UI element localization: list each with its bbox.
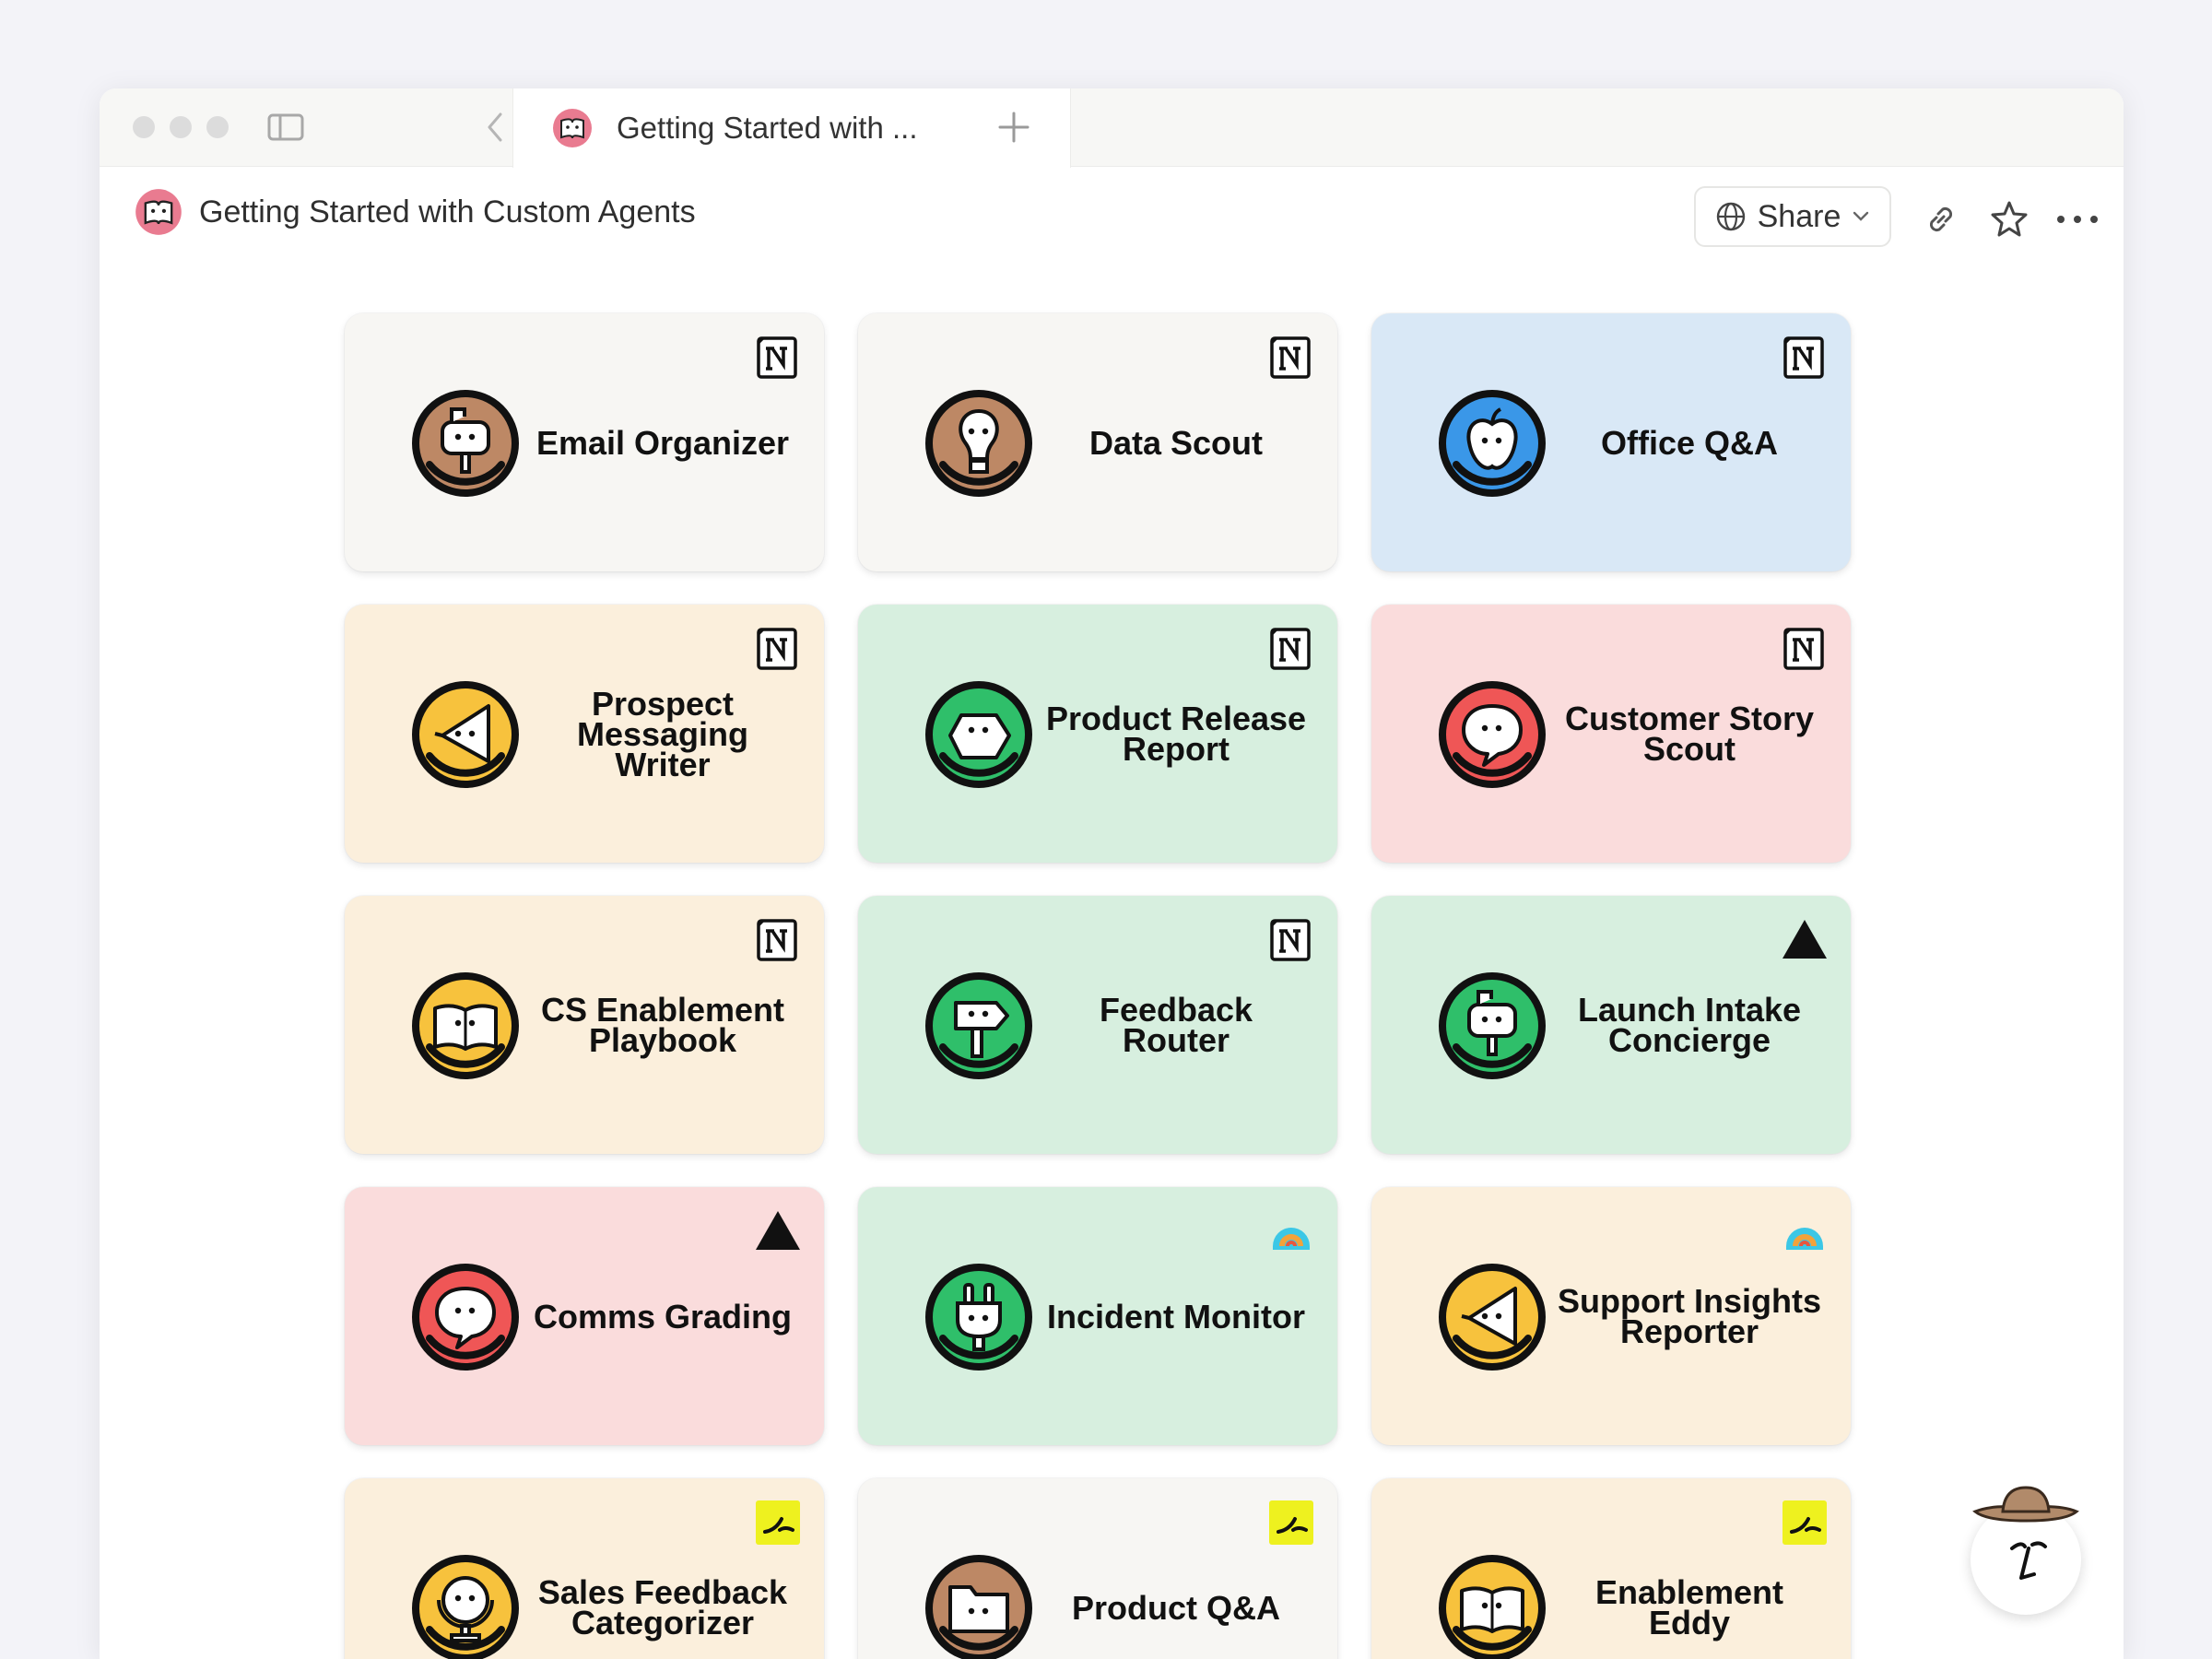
sprout-badge-icon [754, 1499, 802, 1547]
sprout-badge-icon [1267, 1499, 1315, 1547]
globe-icon [1715, 201, 1747, 232]
page-header: Getting Started with Custom Agents Share [100, 166, 2124, 267]
chevron-down-icon [1852, 210, 1870, 223]
agent-card[interactable]: Product Q&A [858, 1478, 1337, 1659]
folder-icon [924, 1554, 1033, 1659]
more-options-icon[interactable] [2055, 197, 2100, 241]
agent-card[interactable]: CS Enablement Playbook [345, 896, 824, 1154]
plug-icon [924, 1263, 1033, 1371]
triangle-badge-icon [1781, 916, 1829, 964]
close-window-button[interactable] [133, 116, 155, 138]
page-title: Getting Started with Custom Agents [199, 194, 696, 229]
lightbulb-icon [924, 389, 1033, 498]
copy-link-icon[interactable] [1919, 197, 1963, 241]
agent-card[interactable]: Support Insights Reporter [1371, 1187, 1851, 1445]
chat-icon [1438, 680, 1547, 789]
agent-card[interactable]: Customer Story Scout [1371, 605, 1851, 863]
sidebar-toggle-icon[interactable] [267, 112, 304, 142]
book-icon [1438, 1554, 1547, 1659]
rainbow-badge-icon [1267, 1207, 1315, 1255]
agent-card[interactable]: Data Scout [858, 313, 1337, 571]
hexagon-icon [924, 680, 1033, 789]
sprout-badge-icon [1781, 1499, 1829, 1547]
assistant-face-button[interactable] [1971, 1486, 2081, 1615]
notion-badge-icon [754, 625, 802, 673]
megaphone-icon [411, 680, 520, 789]
agent-card[interactable]: Enablement Eddy [1371, 1478, 1851, 1659]
notion-badge-icon [1267, 625, 1315, 673]
maximize-window-button[interactable] [206, 116, 229, 138]
agent-card[interactable]: Office Q&A [1371, 313, 1851, 571]
notion-badge-icon [1267, 916, 1315, 964]
apple-icon [1438, 389, 1547, 498]
cowboy-face-icon [1972, 1486, 2079, 1580]
breadcrumb[interactable]: Getting Started with Custom Agents [135, 188, 696, 236]
tab-title: Getting Started with ... [617, 111, 918, 145]
mailbox-icon [1438, 971, 1547, 1080]
notion-badge-icon [1267, 334, 1315, 382]
browser-window: Getting Started with ... Getting Started… [100, 88, 2124, 1659]
signpost-icon [924, 971, 1033, 1080]
notion-badge-icon [1781, 625, 1829, 673]
book-face-icon [552, 108, 593, 148]
agent-card[interactable]: Feedback Router [858, 896, 1337, 1154]
mailbox-icon [411, 389, 520, 498]
notion-badge-icon [1781, 334, 1829, 382]
agent-card[interactable]: Incident Monitor [858, 1187, 1337, 1445]
agent-card[interactable]: Sales Feedback Categorizer [345, 1478, 824, 1659]
agent-card[interactable]: Email Organizer [345, 313, 824, 571]
star-icon[interactable] [1987, 197, 2031, 241]
agent-card[interactable]: Launch Intake Concierge [1371, 896, 1851, 1154]
minimize-window-button[interactable] [170, 116, 192, 138]
agent-card[interactable]: Comms Grading [345, 1187, 824, 1445]
agent-card[interactable]: Prospect Messaging Writer [345, 605, 824, 863]
share-label: Share [1757, 198, 1841, 234]
notion-badge-icon [754, 334, 802, 382]
new-tab-plus-icon[interactable] [994, 107, 1034, 147]
back-arrow-icon[interactable] [481, 111, 509, 144]
rainbow-badge-icon [1781, 1207, 1829, 1255]
share-button[interactable]: Share [1694, 186, 1891, 247]
book-icon [411, 971, 520, 1080]
tab-getting-started[interactable]: Getting Started with ... [512, 88, 1071, 168]
book-face-icon [135, 188, 182, 236]
megaphone-icon [1438, 1263, 1547, 1371]
chat-icon [411, 1263, 520, 1371]
tab-bar: Getting Started with ... [100, 88, 2124, 168]
notion-badge-icon [754, 916, 802, 964]
globe-icon [411, 1554, 520, 1659]
agent-card[interactable]: Product Release Report [858, 605, 1337, 863]
triangle-badge-icon [754, 1207, 802, 1255]
